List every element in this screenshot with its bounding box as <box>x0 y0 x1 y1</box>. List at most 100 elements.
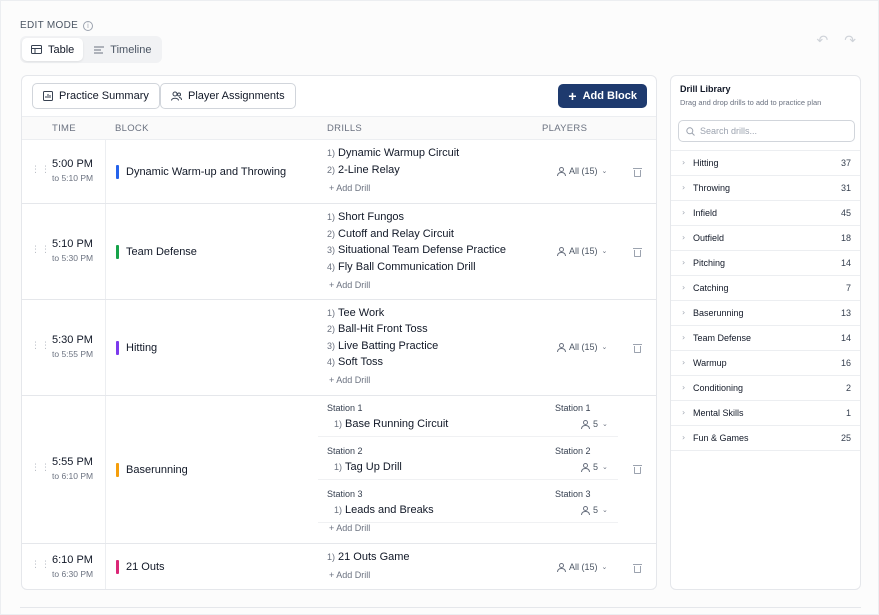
category-item[interactable]: › Pitching 14 <box>671 251 860 276</box>
person-icon <box>557 246 566 256</box>
category-item[interactable]: › Infield 45 <box>671 201 860 226</box>
players-select[interactable]: All (15) ⌄ <box>557 246 607 256</box>
trash-icon[interactable] <box>633 247 642 257</box>
chevron-right-icon: › <box>682 183 686 192</box>
drag-handle-icon[interactable]: ⋮⋮ <box>31 246 51 255</box>
drag-handle-icon[interactable]: ⋮⋮ <box>31 561 51 570</box>
block-name-text: Baserunning <box>126 464 188 476</box>
category-name: Infield <box>693 208 718 218</box>
players-select[interactable]: 5 ⌄ <box>581 462 608 472</box>
table-row[interactable]: ⋮⋮ 6:10 PM to 6:30 PM 21 Outs 1) 21 Outs … <box>22 544 656 589</box>
col-players: PLAYERS <box>542 123 588 134</box>
block-name[interactable]: Hitting <box>116 341 157 355</box>
chevron-down-icon: ⌄ <box>601 167 608 175</box>
players-select[interactable]: All (15) ⌄ <box>557 342 607 352</box>
drill-item[interactable]: 4) Fly Ball Communication Drill <box>327 261 476 273</box>
drill-item[interactable]: 4) Soft Toss <box>327 356 383 368</box>
players-select[interactable]: All (15) ⌄ <box>557 562 607 572</box>
person-icon <box>581 505 590 515</box>
players-value: All (15) <box>569 342 598 352</box>
start-time: 5:30 PM <box>52 334 93 346</box>
block-name[interactable]: Baserunning <box>116 463 188 477</box>
drill-name: Live Batting Practice <box>338 340 439 352</box>
end-time: to 5:30 PM <box>52 253 94 263</box>
category-name: Mental Skills <box>693 408 744 418</box>
drill-item[interactable]: 2) Cutoff and Relay Circuit <box>327 228 454 240</box>
drill-item[interactable]: 1) Short Fungos <box>327 211 404 223</box>
category-item[interactable]: › Team Defense 14 <box>671 326 860 351</box>
chevron-down-icon: ⌄ <box>601 563 608 571</box>
add-drill-link[interactable]: + Add Drill <box>329 375 370 385</box>
station-label: Station 1 <box>555 403 591 413</box>
category-item[interactable]: › Fun & Games 25 <box>671 426 860 451</box>
category-item[interactable]: › Hitting 37 <box>671 151 860 176</box>
info-icon[interactable]: i <box>83 20 94 31</box>
table-row[interactable]: ⋮⋮ 5:55 PM to 6:10 PM Baserunning Statio… <box>22 396 656 544</box>
drill-item[interactable]: 2) Ball-Hit Front Toss <box>327 323 428 335</box>
station-label: Station 2 <box>555 446 591 456</box>
drag-handle-icon[interactable]: ⋮⋮ <box>31 342 51 351</box>
category-item[interactable]: › Throwing 31 <box>671 176 860 201</box>
category-item[interactable]: › Outfield 18 <box>671 226 860 251</box>
tab-table[interactable]: Table <box>22 38 84 61</box>
col-time: TIME <box>52 123 76 134</box>
station-label: Station 1 <box>327 403 363 413</box>
drill-library-panel: Drill Library Drag and drop drills to ad… <box>670 75 861 590</box>
drill-item[interactable]: 1) Tee Work <box>327 307 384 319</box>
search-input[interactable]: Search drills... <box>678 120 855 142</box>
drill-item[interactable]: 3) Situational Team Defense Practice <box>327 244 506 256</box>
add-drill-link[interactable]: + Add Drill <box>329 523 370 533</box>
category-count: 1 <box>845 408 851 418</box>
redo-icon[interactable]: ↷ <box>844 33 856 49</box>
players-select[interactable]: All (15) ⌄ <box>557 166 607 176</box>
add-drill-link[interactable]: + Add Drill <box>329 280 370 290</box>
add-block-button[interactable]: + Add Block <box>558 84 647 108</box>
table-row[interactable]: ⋮⋮ 5:10 PM to 5:30 PM Team Defense 1) Sho… <box>22 204 656 300</box>
search-placeholder: Search drills... <box>700 126 758 136</box>
block-name[interactable]: 21 Outs <box>116 560 165 574</box>
category-item[interactable]: › Warmup 16 <box>671 351 860 376</box>
category-item[interactable]: › Baserunning 13 <box>671 301 860 326</box>
start-time: 5:00 PM <box>52 158 93 170</box>
chevron-right-icon: › <box>682 433 686 442</box>
block-name[interactable]: Team Defense <box>116 245 197 259</box>
category-item[interactable]: › Mental Skills 1 <box>671 401 860 426</box>
drill-item[interactable]: 1) Dynamic Warmup Circuit <box>327 147 459 159</box>
players-select[interactable]: 5 ⌄ <box>581 505 608 515</box>
drag-handle-icon[interactable]: ⋮⋮ <box>31 166 51 175</box>
practice-summary-button[interactable]: Practice Summary <box>32 83 160 109</box>
category-name: Hitting <box>693 158 719 168</box>
drag-handle-icon[interactable]: ⋮⋮ <box>31 464 51 473</box>
add-drill-link[interactable]: + Add Drill <box>329 183 370 193</box>
category-count: 37 <box>840 158 851 168</box>
drill-item[interactable]: 1) 21 Outs Game <box>327 551 410 563</box>
trash-icon[interactable] <box>633 563 642 573</box>
drill-item[interactable]: 1) Leads and Breaks <box>334 504 434 516</box>
drill-item[interactable]: 3) Live Batting Practice <box>327 340 438 352</box>
add-drill-link[interactable]: + Add Drill <box>329 570 370 580</box>
players-select[interactable]: 5 ⌄ <box>581 419 608 429</box>
trash-icon[interactable] <box>633 464 642 474</box>
drill-item[interactable]: 2) 2-Line Relay <box>327 164 400 176</box>
drill-name: Tee Work <box>338 307 385 319</box>
category-item[interactable]: › Catching 7 <box>671 276 860 301</box>
drill-item[interactable]: 1) Tag Up Drill <box>334 461 402 473</box>
category-count: 45 <box>840 208 851 218</box>
chevron-down-icon: ⌄ <box>601 247 608 255</box>
chevron-down-icon: ⌄ <box>602 506 608 514</box>
trash-icon[interactable] <box>633 167 642 177</box>
drill-name: Short Fungos <box>338 211 405 223</box>
trash-icon[interactable] <box>633 343 642 353</box>
drill-item[interactable]: 1) Base Running Circuit <box>334 418 448 430</box>
block-name[interactable]: Dynamic Warm-up and Throwing <box>116 165 286 179</box>
station-label: Station 3 <box>327 489 363 499</box>
table-row[interactable]: ⋮⋮ 5:00 PM to 5:10 PM Dynamic Warm-up an… <box>22 140 656 204</box>
end-time: to 5:10 PM <box>52 173 94 183</box>
players-value: 5 <box>593 462 599 472</box>
table-row[interactable]: ⋮⋮ 5:30 PM to 5:55 PM Hitting 1) Tee Work… <box>22 300 656 396</box>
player-assignments-button[interactable]: Player Assignments <box>160 83 296 109</box>
tab-timeline[interactable]: Timeline <box>85 38 160 61</box>
undo-icon[interactable]: ↶ <box>817 33 829 49</box>
category-item[interactable]: › Conditioning 2 <box>671 376 860 401</box>
players-value: All (15) <box>569 562 598 572</box>
